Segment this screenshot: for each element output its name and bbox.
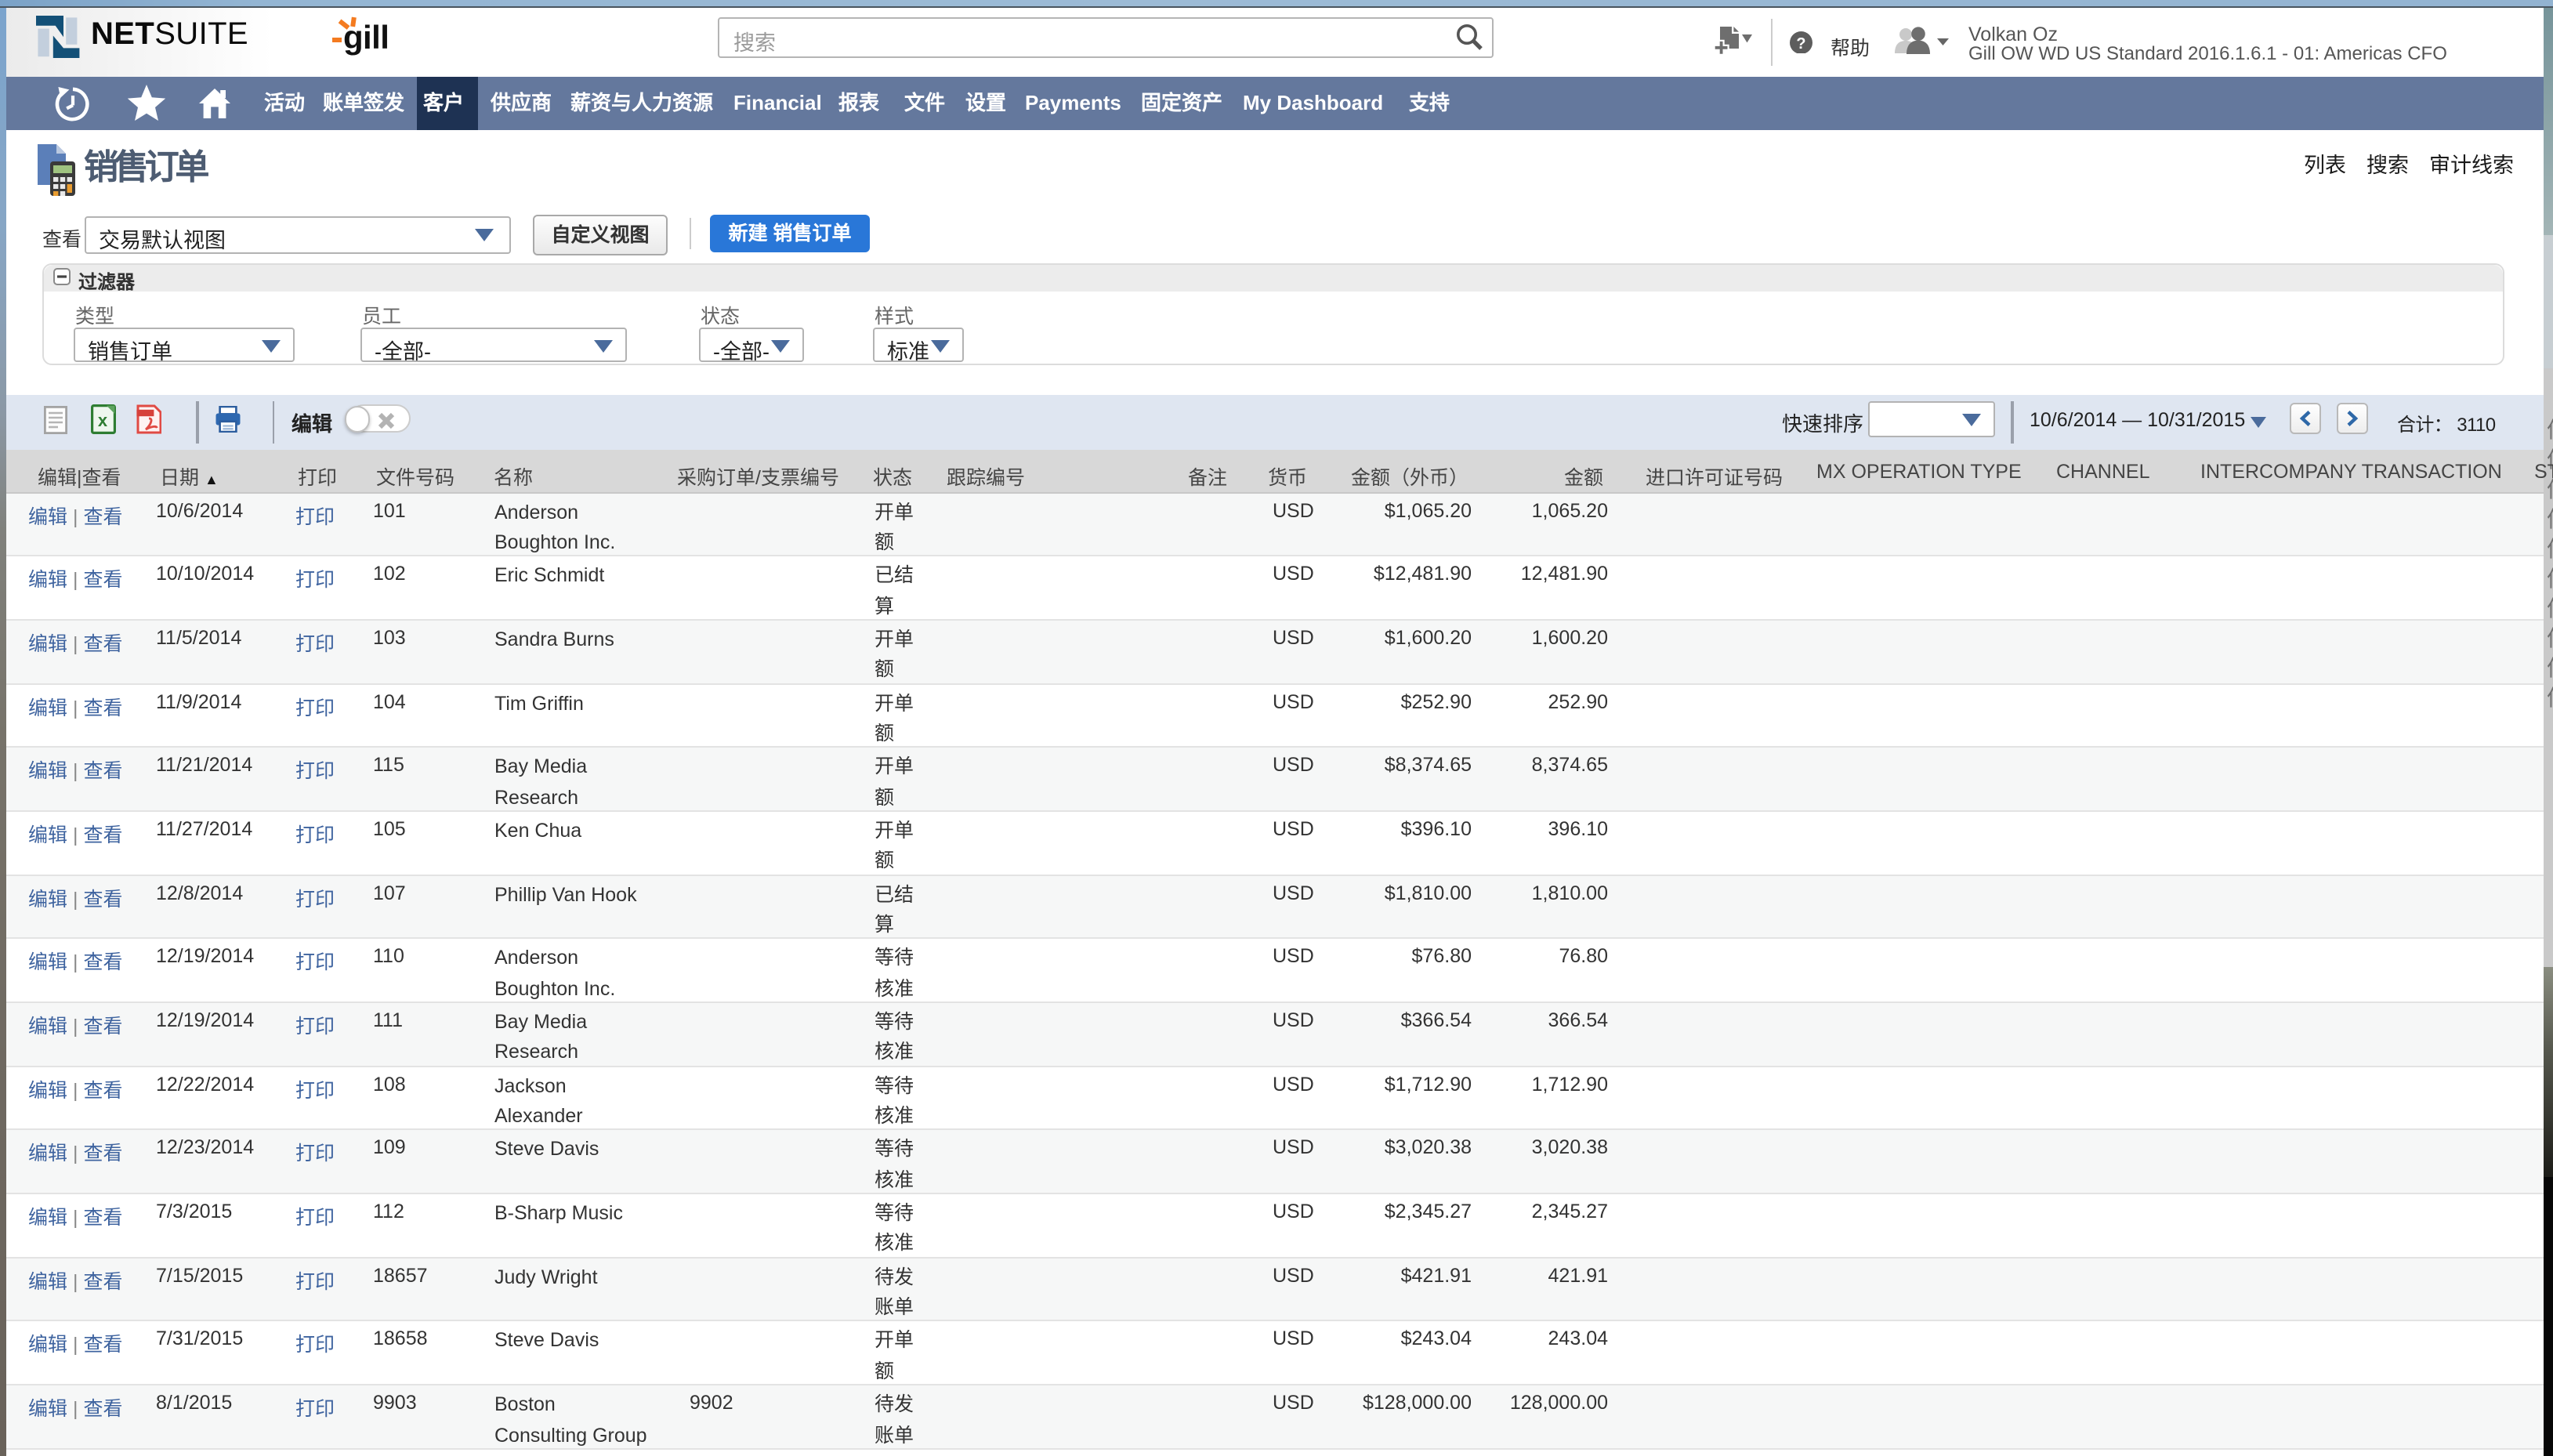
svg-text:?: ? xyxy=(1796,34,1805,52)
svg-text:x: x xyxy=(98,410,108,429)
